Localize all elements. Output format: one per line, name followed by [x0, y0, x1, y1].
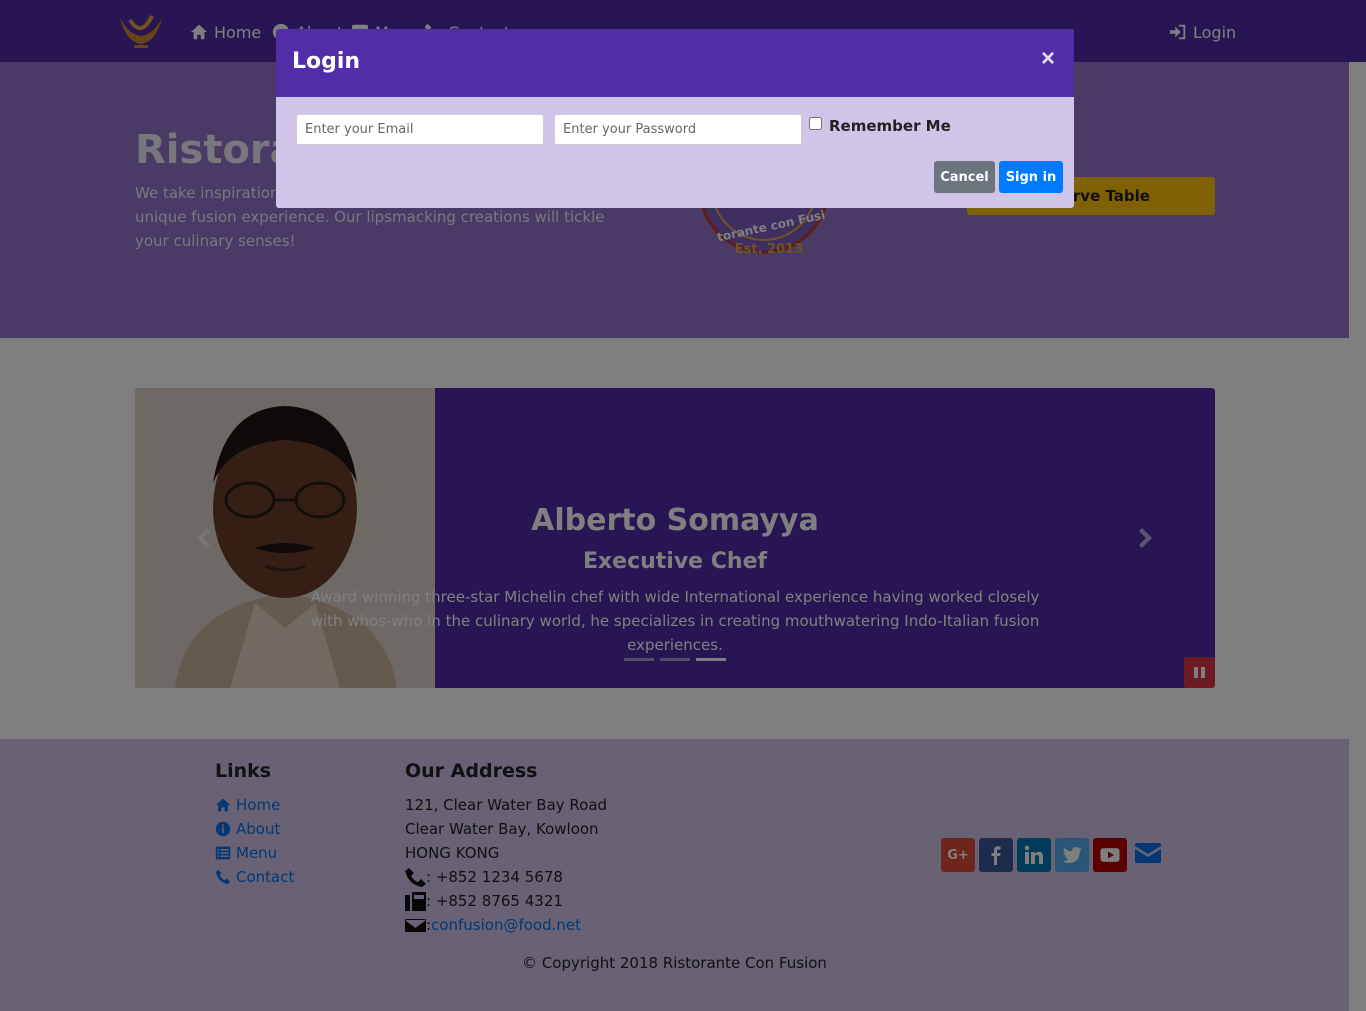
cancel-button[interactable]: Cancel — [934, 161, 995, 193]
email-field[interactable] — [296, 114, 544, 145]
remember-me[interactable]: Remember Me — [809, 116, 951, 135]
remember-me-label: Remember Me — [829, 117, 951, 135]
modal-header: Login × — [276, 29, 1074, 97]
modal-title: Login — [292, 49, 361, 74]
close-button[interactable]: × — [1036, 47, 1060, 71]
password-field[interactable] — [554, 114, 802, 145]
remember-me-checkbox[interactable] — [809, 116, 822, 130]
sign-in-button[interactable]: Sign in — [999, 161, 1063, 193]
login-modal: Login × Remember Me Cancel Sign in — [276, 29, 1074, 208]
